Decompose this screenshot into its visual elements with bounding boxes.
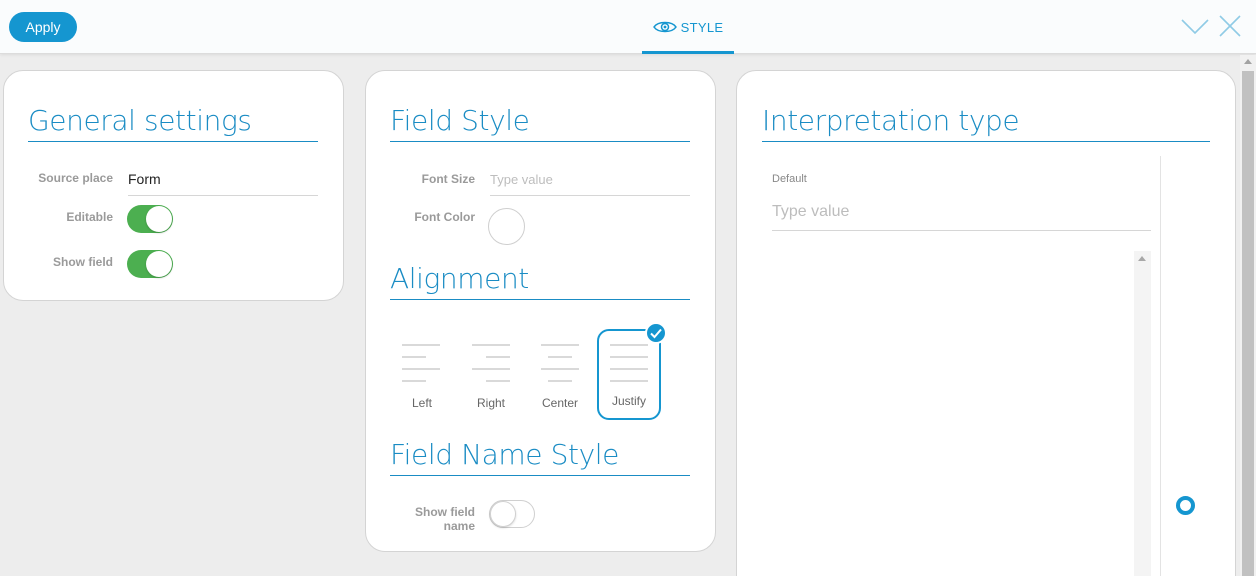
toggle-knob	[490, 501, 516, 527]
align-center-label: Center	[541, 396, 579, 410]
align-right-icon	[459, 344, 523, 384]
toggle-knob	[146, 251, 172, 277]
source-place-label: Source place	[38, 171, 113, 185]
align-left-option[interactable]: Left	[390, 330, 454, 420]
default-label: Default	[772, 173, 807, 185]
field-style-title: Field Style	[390, 104, 530, 137]
align-justify-label: Justify	[611, 394, 646, 408]
show-field-name-label-line2: name	[443, 519, 475, 533]
align-left-icon	[390, 344, 454, 384]
font-size-label: Font Size	[421, 172, 475, 186]
align-center-option[interactable]: Center	[528, 330, 592, 420]
tab-active-indicator	[642, 51, 734, 54]
field-style-card	[365, 70, 716, 552]
field-style-divider	[390, 141, 690, 142]
show-field-label: Show field	[53, 255, 113, 269]
font-size-underline	[490, 195, 690, 196]
show-field-name-label-line1: Show field	[415, 505, 475, 519]
page-scrollbar[interactable]	[1240, 55, 1256, 576]
show-field-toggle[interactable]	[127, 250, 173, 278]
show-field-name-toggle[interactable]	[489, 500, 535, 528]
source-place-underline	[128, 195, 318, 196]
scroll-up-arrow-icon[interactable]	[1244, 59, 1252, 64]
font-color-picker[interactable]	[488, 208, 525, 245]
align-right-option[interactable]: Right	[459, 330, 523, 420]
source-place-value[interactable]: Form	[128, 171, 161, 187]
field-name-style-title: Field Name Style	[390, 438, 619, 471]
default-underline	[772, 230, 1151, 231]
alignment-title: Alignment	[390, 262, 529, 295]
top-bar: Apply STYLE	[0, 0, 1256, 54]
align-right-label: Right	[476, 396, 505, 410]
general-settings-title: General settings	[28, 104, 252, 137]
chevron-down-icon[interactable]	[1180, 14, 1210, 38]
scrollbar-thumb[interactable]	[1242, 71, 1254, 576]
tab-style-label: STYLE	[680, 19, 724, 35]
show-field-name-label: Show field name	[380, 505, 475, 533]
field-name-style-divider	[390, 475, 690, 476]
default-input[interactable]: Type value	[772, 203, 849, 221]
panel-divider	[1160, 156, 1161, 576]
align-justify-icon	[597, 344, 661, 384]
align-center-icon	[528, 344, 592, 384]
apply-button[interactable]: Apply	[9, 12, 77, 42]
alignment-divider	[390, 299, 690, 300]
interpretation-type-divider	[762, 141, 1210, 142]
scroll-up-arrow-icon[interactable]	[1138, 256, 1146, 261]
align-left-label: Left	[411, 396, 432, 410]
font-size-input[interactable]: Type value	[490, 172, 553, 187]
font-color-label: Font Color	[414, 210, 475, 224]
eye-icon	[652, 21, 677, 33]
interpretation-type-title: Interpretation type	[762, 104, 1020, 137]
close-icon[interactable]	[1218, 14, 1242, 38]
checkmark-icon	[645, 322, 667, 344]
editable-toggle[interactable]	[127, 205, 173, 233]
toggle-knob	[146, 206, 172, 232]
general-settings-divider	[28, 141, 318, 142]
editable-label: Editable	[66, 210, 113, 224]
tab-style[interactable]: STYLE	[642, 0, 734, 54]
inner-scrollbar[interactable]	[1134, 251, 1151, 576]
radio-button[interactable]	[1176, 496, 1195, 515]
interpretation-type-card	[736, 70, 1236, 576]
